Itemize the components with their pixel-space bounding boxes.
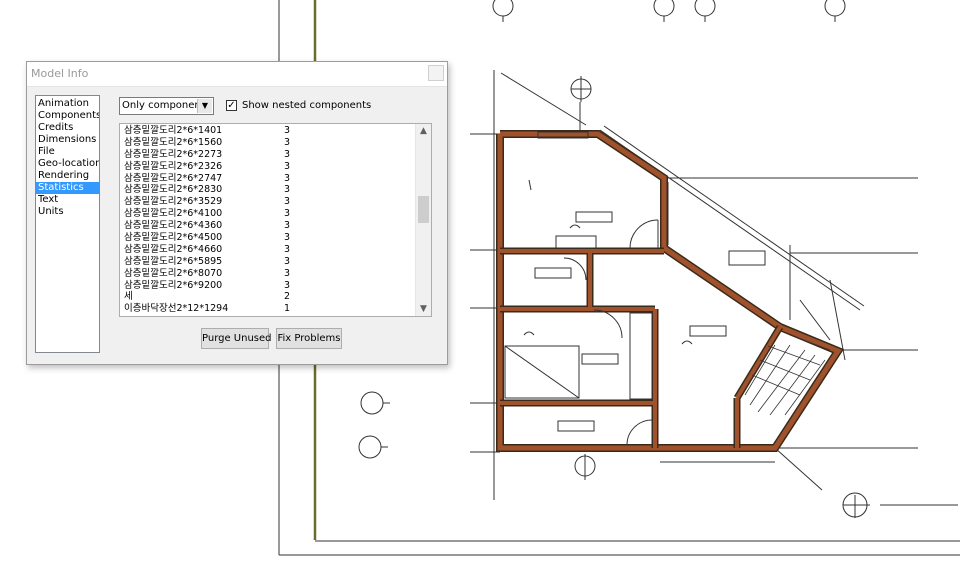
statistics-row: 삼층밑깔도리2*6*2830 3 xyxy=(124,184,414,196)
statistics-list[interactable]: 삼층밑깔도리2*6*1401 3 삼층밑깔도리2*6*1560 3 삼층밑깔도리2*… xyxy=(119,123,432,317)
statistics-row-name: 삼층밑깔도리2*6*2326 xyxy=(124,160,223,172)
statistics-row-count: 3 xyxy=(284,196,291,208)
statistics-row-count: 3 xyxy=(284,125,291,136)
statistics-row-count: 3 xyxy=(284,267,291,279)
component-filter-dropdown[interactable]: Only components ▼ xyxy=(119,97,214,115)
scrollbar-thumb[interactable] xyxy=(418,196,429,223)
statistics-row-name: 삼층밑깔도리2*6*4660 xyxy=(124,243,223,255)
category-item-credits[interactable]: Credits xyxy=(36,122,99,134)
statistics-row-name: 이층바닥장선2*12*1294 xyxy=(124,303,229,315)
statistics-row-count: 3 xyxy=(284,172,291,184)
statistics-row-count: 2 xyxy=(284,291,291,303)
stair xyxy=(744,334,831,416)
statistics-row-name: 삼층밑깔도리2*6*2747 xyxy=(124,172,223,184)
scroll-up-icon[interactable]: ▲ xyxy=(416,124,431,138)
statistics-row-count: 3 xyxy=(284,160,291,172)
statistics-row: 삼층밑깔도리2*6*2747 3 xyxy=(124,173,414,185)
category-item-file[interactable]: File xyxy=(36,146,99,158)
statistics-row-count: 3 xyxy=(284,184,291,196)
statistics-row: 삼층밑깔도리2*6*8070 3 xyxy=(124,268,414,280)
category-item-units[interactable]: Units xyxy=(36,206,99,218)
statistics-row-count: 3 xyxy=(284,279,291,291)
statistics-row-name: 삼층밑깔도리2*6*9200 xyxy=(124,279,223,291)
category-list[interactable]: Animation Components Credits Dimensions … xyxy=(35,95,100,353)
statistics-row-count: 3 xyxy=(284,208,291,220)
statistics-row-name: 삼층밑깔도리2*6*3529 xyxy=(124,196,223,208)
show-nested-label: Show nested components xyxy=(242,100,372,111)
dialog-title: Model Info xyxy=(31,67,89,80)
statistics-scrollbar[interactable]: ▲ ▼ xyxy=(415,124,431,316)
statistics-row-name: 삼층밑깔도리2*6*4360 xyxy=(124,220,223,232)
statistics-row: 삼층밑깔도리2*6*4500 3 xyxy=(124,232,414,244)
close-button[interactable] xyxy=(428,65,444,81)
statistics-row-name: 삼층밑깔도리2*6*2273 xyxy=(124,148,223,160)
statistics-row-count: 3 xyxy=(284,243,291,255)
dialog-titlebar[interactable]: Model Info xyxy=(27,62,447,87)
statistics-row-count: 3 xyxy=(284,220,291,232)
walls xyxy=(496,130,844,452)
purge-unused-button[interactable]: Purge Unused xyxy=(201,328,272,349)
statistics-row-name: 삼층밑깔도리2*6*1401 xyxy=(124,125,223,136)
category-item-geo-location[interactable]: Geo-location xyxy=(36,158,99,170)
category-item-components[interactable]: Components xyxy=(36,110,99,122)
model-info-dialog: Model Info Animation Components Credits … xyxy=(26,61,448,365)
statistics-row: 삼층밑깔도리2*6*5895 3 xyxy=(124,256,414,268)
statistics-row-name: 삼층밑깔도리2*6*8070 xyxy=(124,267,223,279)
statistics-row: 삼층밑깔도리2*6*1401 3 xyxy=(124,125,414,137)
show-nested-checkbox[interactable]: ✓ xyxy=(226,100,237,111)
statistics-row: 삼층밑깔도리2*6*4660 3 xyxy=(124,244,414,256)
statistics-row: 삼층밑깔도리2*6*1560 3 xyxy=(124,137,414,149)
statistics-row-count: 3 xyxy=(284,255,291,267)
category-item-animation[interactable]: Animation xyxy=(36,98,99,110)
statistics-row-count: 3 xyxy=(284,232,291,244)
statistics-row-name: 세 xyxy=(124,291,133,303)
scroll-down-icon[interactable]: ▼ xyxy=(416,302,431,316)
statistics-row: 삼층밑깔도리2*6*4100 3 xyxy=(124,208,414,220)
fix-problems-button[interactable]: Fix Problems xyxy=(276,328,342,349)
statistics-row-name: 삼층밑깔도리2*6*1560 xyxy=(124,136,223,148)
statistics-row: 삼층밑깔도리2*6*2326 3 xyxy=(124,161,414,173)
category-item-text[interactable]: Text xyxy=(36,194,99,206)
category-item-dimensions[interactable]: Dimensions xyxy=(36,134,99,146)
statistics-row-name: 삼층밑깔도리2*6*5895 xyxy=(124,255,223,267)
statistics-row-name: 삼층밑깔도리2*6*2830 xyxy=(124,184,223,196)
statistics-row: 이층바닥장선2*12*1294 1 xyxy=(124,303,414,315)
statistics-rows: 삼층밑깔도리2*6*1401 3 삼층밑깔도리2*6*1560 3 삼층밑깔도리2*… xyxy=(124,125,414,315)
statistics-row-name: 삼층밑깔도리2*6*4500 xyxy=(124,232,223,244)
category-item-rendering[interactable]: Rendering xyxy=(36,170,99,182)
statistics-row-name: 삼층밑깔도리2*6*4100 xyxy=(124,208,223,220)
statistics-row: 삼층밑깔도리2*6*9200 3 xyxy=(124,280,414,292)
statistics-row-count: 3 xyxy=(284,136,291,148)
statistics-row: 삼층밑깔도리2*6*4360 3 xyxy=(124,220,414,232)
statistics-row: 삼층밑깔도리2*6*2273 3 xyxy=(124,149,414,161)
statistics-row: 세2 xyxy=(124,291,414,303)
statistics-row-count: 1 xyxy=(284,303,291,315)
chevron-down-icon: ▼ xyxy=(197,99,212,113)
category-item-statistics[interactable]: Statistics xyxy=(36,182,99,194)
statistics-row: 삼층밑깔도리2*6*3529 3 xyxy=(124,196,414,208)
statistics-row-count: 3 xyxy=(284,148,291,160)
